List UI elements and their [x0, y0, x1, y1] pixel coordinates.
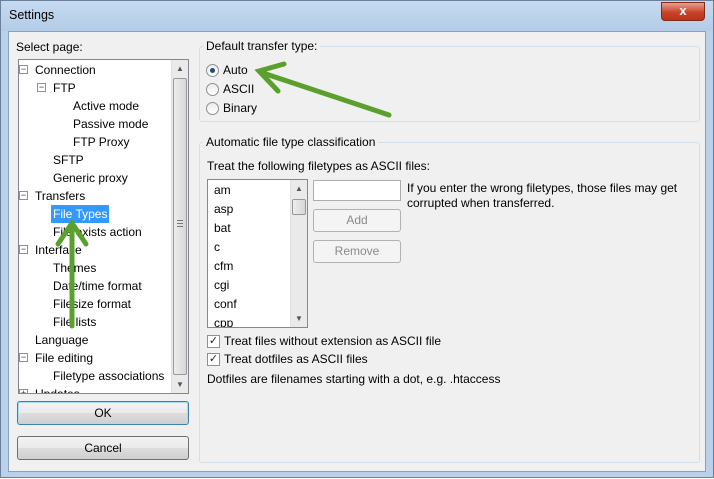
- tree-item-filesize-format[interactable]: Filesize format: [51, 295, 133, 313]
- tree-item-sftp[interactable]: SFTP: [51, 151, 86, 169]
- filetype-list-scrollbar[interactable]: ▲ ▼: [290, 180, 307, 327]
- tree-item-file-lists[interactable]: File lists: [51, 313, 98, 331]
- filetype-list-label: Treat the following filetypes as ASCII f…: [207, 159, 430, 173]
- tree-item-generic-proxy[interactable]: Generic proxy: [51, 169, 130, 187]
- tree-item-active-mode[interactable]: Active mode: [71, 97, 141, 115]
- filetype-list-item[interactable]: asp: [214, 200, 233, 219]
- tree-item-filetype-associations[interactable]: Filetype associations: [51, 367, 166, 385]
- filetype-list-item[interactable]: cgi: [214, 276, 229, 295]
- hint-line-1: If you enter the wrong filetypes, those …: [407, 181, 678, 195]
- no-extension-checkbox[interactable]: ✓: [207, 335, 220, 348]
- radio-ascii-label[interactable]: ASCII: [223, 82, 254, 96]
- list-scroll-up-icon[interactable]: ▲: [291, 180, 307, 197]
- no-extension-label[interactable]: Treat files without extension as ASCII f…: [224, 334, 441, 348]
- transfer-type-group: [199, 46, 700, 122]
- remove-button[interactable]: Remove: [313, 240, 401, 263]
- tree-expander-icon[interactable]: −: [19, 245, 28, 254]
- tree-expander-icon[interactable]: −: [19, 353, 28, 362]
- dialog-client-area: Select page: ▲ ▼ − Connection − FTP Active m…: [8, 31, 706, 472]
- filetype-list-item[interactable]: conf: [214, 295, 237, 314]
- radio-auto-label[interactable]: Auto: [223, 63, 248, 77]
- title-bar[interactable]: Settings x: [1, 1, 713, 31]
- filetype-list-item[interactable]: cpp: [214, 314, 233, 327]
- tree-expander-icon[interactable]: −: [19, 191, 28, 200]
- classification-group-title: Automatic file type classification: [203, 135, 379, 149]
- tree-scrollbar[interactable]: ▲ ▼: [171, 60, 188, 393]
- ok-button[interactable]: OK: [17, 401, 189, 425]
- tree-item-ftp-proxy[interactable]: FTP Proxy: [71, 133, 131, 151]
- tree-item-connection[interactable]: Connection: [33, 61, 98, 79]
- filetype-list-item[interactable]: c: [214, 238, 220, 257]
- tree-scroll-thumb[interactable]: [173, 78, 187, 375]
- radio-auto[interactable]: [206, 64, 219, 77]
- hint-line-2: corrupted when transferred.: [407, 196, 555, 210]
- tree-expander-icon[interactable]: −: [37, 83, 46, 92]
- tree-item-transfers[interactable]: Transfers: [33, 187, 87, 205]
- new-filetype-input[interactable]: [313, 180, 401, 201]
- settings-page-tree[interactable]: ▲ ▼ − Connection − FTP Active mode Passive mo…: [18, 59, 189, 394]
- radio-ascii[interactable]: [206, 83, 219, 96]
- scroll-up-icon[interactable]: ▲: [172, 60, 188, 77]
- filetype-list-item[interactable]: am: [214, 181, 231, 200]
- transfer-type-group-title: Default transfer type:: [203, 39, 321, 53]
- tree-item-updates[interactable]: Updates: [33, 385, 82, 393]
- tree-item-date-time-format[interactable]: Date/time format: [51, 277, 144, 295]
- tree-item-ftp[interactable]: FTP: [51, 79, 78, 97]
- list-scroll-thumb[interactable]: [292, 199, 306, 215]
- radio-binary[interactable]: [206, 102, 219, 115]
- tree-item-passive-mode[interactable]: Passive mode: [71, 115, 150, 133]
- settings-window: Settings x Select page: ▲ ▼ − Connection −…: [0, 0, 714, 478]
- filetype-list-item[interactable]: cfm: [214, 257, 233, 276]
- tree-item-file-editing[interactable]: File editing: [33, 349, 95, 367]
- tree-expander-icon[interactable]: +: [19, 389, 28, 393]
- tree-expander-icon[interactable]: −: [19, 65, 28, 74]
- tree-item-file-exists-action[interactable]: File exists action: [51, 223, 144, 241]
- close-button[interactable]: x: [661, 2, 705, 21]
- cancel-button[interactable]: Cancel: [17, 436, 189, 460]
- tree-item-interface[interactable]: Interface: [33, 241, 84, 259]
- tree-item-themes[interactable]: Themes: [51, 259, 98, 277]
- tree-item-language[interactable]: Language: [33, 331, 90, 349]
- window-title: Settings: [9, 8, 55, 22]
- filetype-list-item[interactable]: bat: [214, 219, 231, 238]
- close-icon: x: [679, 3, 687, 18]
- filetype-listbox[interactable]: ▲ ▼ am asp bat c cfm cgi conf cpp: [207, 179, 308, 328]
- tree-item-file-types[interactable]: File Types: [51, 205, 110, 223]
- dotfiles-note: Dotfiles are filenames starting with a d…: [207, 372, 501, 386]
- list-scroll-down-icon[interactable]: ▼: [291, 310, 307, 327]
- select-page-label: Select page:: [16, 40, 83, 54]
- dotfiles-label[interactable]: Treat dotfiles as ASCII files: [224, 352, 368, 366]
- radio-binary-label[interactable]: Binary: [223, 101, 257, 115]
- add-button[interactable]: Add: [313, 209, 401, 232]
- dotfiles-checkbox[interactable]: ✓: [207, 353, 220, 366]
- scroll-down-icon[interactable]: ▼: [172, 376, 188, 393]
